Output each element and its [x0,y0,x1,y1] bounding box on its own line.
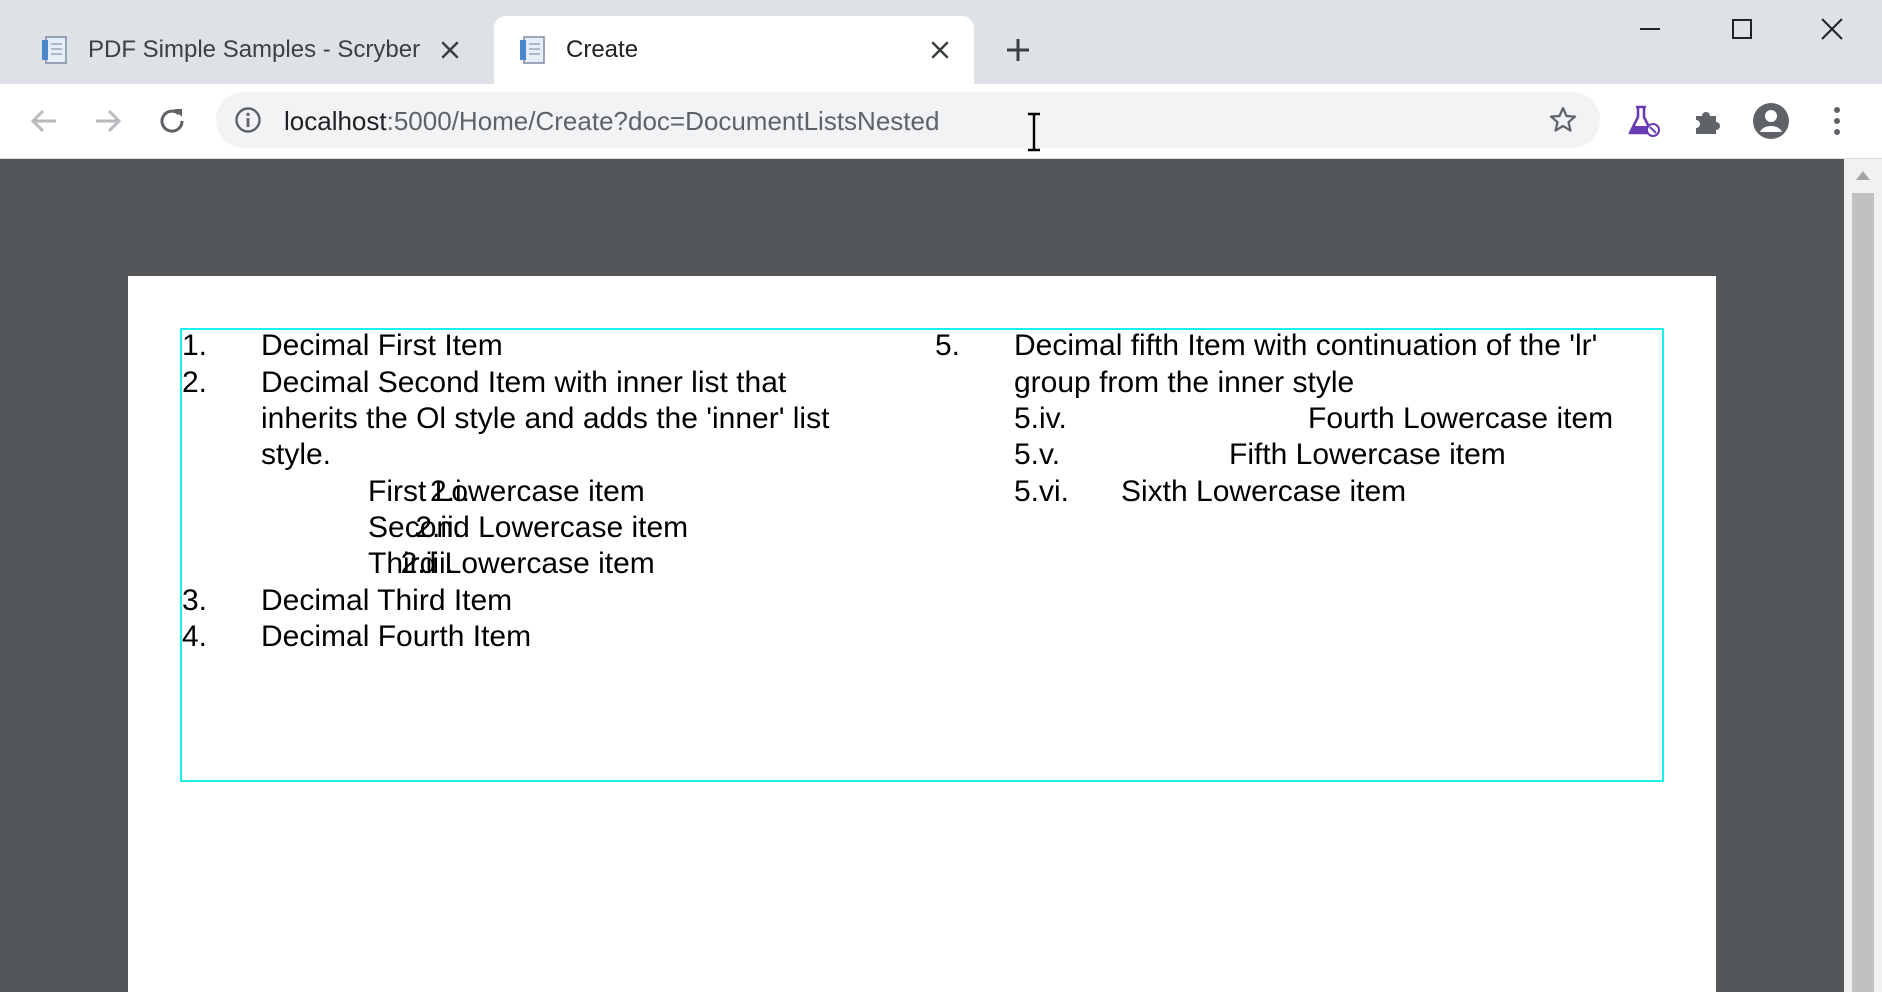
document-icon [520,36,545,64]
minimize-icon [1640,28,1660,30]
close-icon[interactable] [436,36,464,64]
url-host: localhost [284,106,387,136]
list-item: Fifth Lowercase item [1229,438,1506,471]
list-item: inherits the Ol style and adds the 'inne… [261,402,830,435]
forward-button[interactable] [88,101,128,141]
maximize-button[interactable] [1714,10,1770,48]
list-item: Decimal Fourth Item [261,620,532,653]
list-marker: 4. [182,620,208,653]
list-marker: 3. [182,584,208,617]
list-item: Fourth Lowercase item [1308,402,1614,435]
tab-pdf-simple-samples[interactable]: PDF Simple Samples - Scryber [0,16,492,84]
maximize-icon [1732,19,1752,39]
list-item: Second Lowercase item [368,511,689,544]
address-bar[interactable]: localhost:5000/Home/Create?doc=DocumentL… [216,92,1600,148]
document-icon [42,36,67,64]
list-item: group from the inner style [1014,366,1355,399]
pdf-page: 1. Decimal First Item 2. Decimal Second … [128,276,1716,992]
info-icon[interactable] [234,106,262,134]
list-item: First Lowercase item [368,475,645,508]
scrollbar-thumb[interactable] [1852,193,1874,992]
close-icon[interactable] [926,36,954,64]
more-vert-icon [1834,107,1840,135]
back-arrow-icon [30,109,56,133]
browser-toolbar: localhost:5000/Home/Create?doc=DocumentL… [0,84,1882,159]
tab-title: Create [566,36,639,63]
list-marker: 5. [935,329,961,362]
menu-button[interactable] [1818,102,1856,140]
star-icon[interactable] [1548,105,1578,135]
tab-create[interactable]: Create [494,16,974,84]
window-close-icon [1821,18,1843,40]
scroll-up-icon[interactable] [1855,169,1871,181]
list-item: Decimal Second Item with inner list that [261,366,787,399]
url-text[interactable]: localhost:5000/Home/Create?doc=DocumentL… [284,106,939,137]
list-item: Decimal fifth Item with continuation of … [1014,329,1598,362]
text-cursor-icon [1028,112,1040,152]
list-item: Third Lowercase item [368,547,655,580]
profile-button[interactable] [1752,102,1790,140]
list-marker: 5.vi. [1014,475,1070,508]
back-button[interactable] [24,101,64,141]
flask-icon [1628,105,1660,137]
list-marker: 2. [182,366,208,399]
plus-icon [1007,39,1029,61]
tab-title: PDF Simple Samples - Scryber [88,36,421,63]
list-marker: 5.iv. [1014,402,1067,435]
list-item: style. [261,438,332,471]
list-item: Decimal Third Item [261,584,513,617]
vertical-scrollbar[interactable] [1844,159,1882,992]
list-item: Sixth Lowercase item [1121,475,1407,508]
url-path: :5000/Home/Create?doc=DocumentListsNeste… [386,106,940,136]
reload-icon [160,109,184,133]
tab-strip: PDF Simple Samples - Scryber Create [0,0,1882,84]
labs-button[interactable] [1624,102,1662,140]
new-tab-button[interactable] [1000,32,1036,68]
list-marker: 1. [182,329,208,362]
window-close-button[interactable] [1804,10,1860,48]
forward-arrow-icon [96,109,122,133]
minimize-button[interactable] [1622,10,1678,48]
extensions-button[interactable] [1688,102,1726,140]
reload-button[interactable] [152,101,192,141]
account-icon [1753,103,1789,139]
puzzle-icon [1696,112,1720,134]
list-item: Decimal First Item [261,329,503,362]
list-marker: 5.v. [1014,438,1061,471]
